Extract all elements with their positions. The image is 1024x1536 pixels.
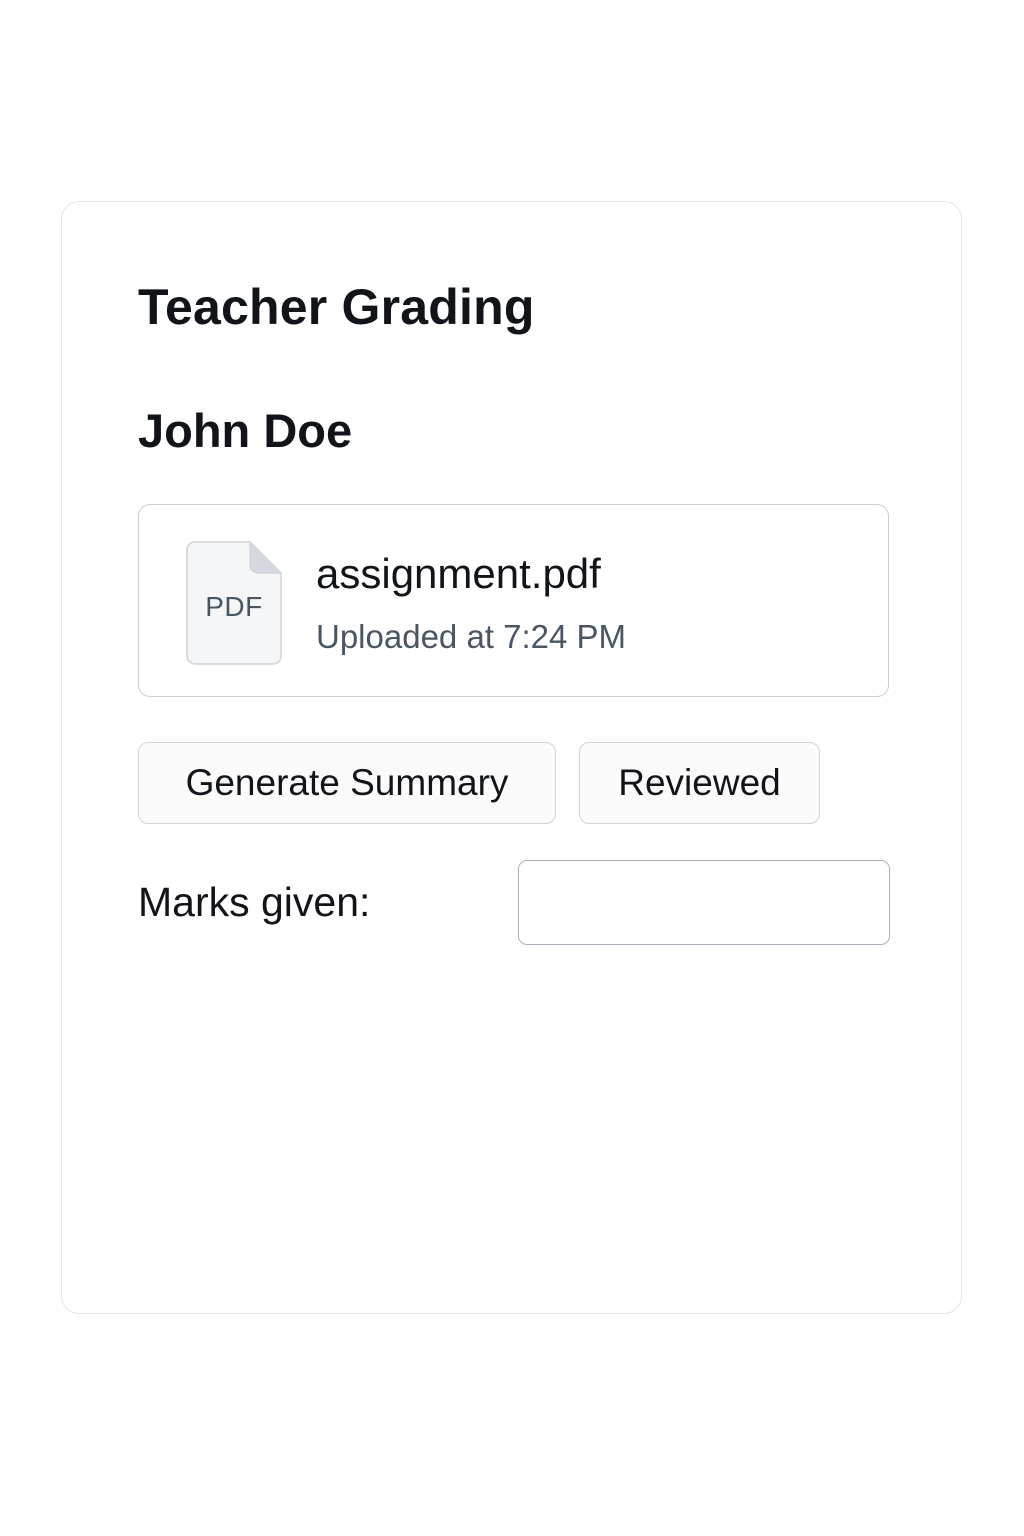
page-title: Teacher Grading xyxy=(138,279,535,335)
marks-label: Marks given: xyxy=(138,879,371,925)
generate-summary-button[interactable]: Generate Summary xyxy=(138,742,556,824)
reviewed-button[interactable]: Reviewed xyxy=(579,742,820,824)
student-name: John Doe xyxy=(138,404,353,457)
pdf-icon-label: PDF xyxy=(205,591,263,622)
pdf-file-icon: PDF xyxy=(186,541,282,665)
file-name[interactable]: assignment.pdf xyxy=(316,550,601,597)
submission-file-card[interactable]: PDF assignment.pdf Uploaded at 7:24 PM xyxy=(138,504,889,697)
upload-time: Uploaded at 7:24 PM xyxy=(316,618,627,655)
grading-card: Teacher Grading John Doe PDF assignment.… xyxy=(61,201,962,1314)
marks-input[interactable] xyxy=(518,860,890,945)
